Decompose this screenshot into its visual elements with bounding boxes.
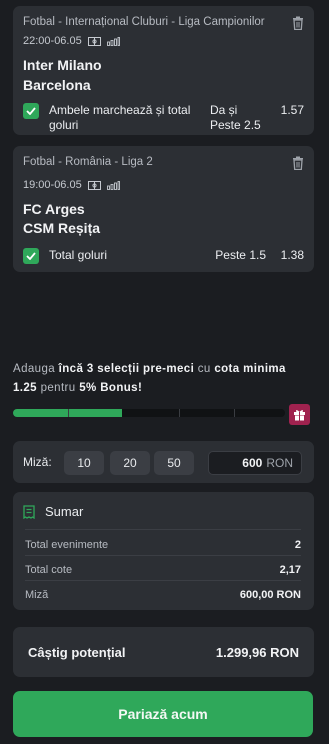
field-icon[interactable] <box>87 180 101 190</box>
progress-divider <box>68 409 69 417</box>
stake-input[interactable]: 600 RON <box>208 451 302 475</box>
promo-text: Adauga <box>13 363 59 375</box>
summary-row: Miză 600,00 RON <box>25 589 301 601</box>
event-meta: 19:00-06.05 <box>23 179 120 191</box>
summary-row-value: 2 <box>294 539 301 551</box>
quick-stake-20-button[interactable]: 20 <box>110 451 150 475</box>
home-team: Inter Milano <box>23 57 102 73</box>
progress-divider <box>234 409 235 417</box>
bet-selection-row: Total goluri Peste 1.5 1.38 <box>23 248 304 264</box>
market-name: Total goluri <box>49 248 108 262</box>
divider <box>25 529 301 530</box>
summary-header: Sumar <box>23 504 83 519</box>
quick-stake-10-button[interactable]: 10 <box>64 451 104 475</box>
bonus-promo-text: Adauga încă 3 selecții pre-meci cu cota … <box>13 360 305 398</box>
event-datetime: 19:00-06.05 <box>23 179 82 191</box>
event-meta: 22:00-06.05 <box>23 35 120 47</box>
potential-winnings-value: 1.299,96 RON <box>215 645 299 660</box>
stake-panel: Miză: 10 20 50 600 RON <box>13 441 314 483</box>
promo-text: cu <box>194 363 215 375</box>
checkbox-checked-icon[interactable] <box>23 103 39 119</box>
summary-row-value: 2,17 <box>279 564 301 576</box>
place-bet-button[interactable]: Pariază acum <box>13 691 313 737</box>
bet-selection-row: Ambele marchează și total goluri Da și P… <box>23 103 304 133</box>
trash-icon[interactable] <box>292 156 304 170</box>
summary-row-label: Miză <box>25 589 49 601</box>
field-icon[interactable] <box>87 36 101 46</box>
stake-currency: RON <box>266 456 293 470</box>
gift-icon[interactable] <box>289 404 310 425</box>
stats-icon[interactable] <box>106 36 120 46</box>
progress-track <box>13 409 285 417</box>
bet-card: Fotbal - Internațional Cluburi - Liga Ca… <box>13 6 314 135</box>
promo-highlight: 5% Bonus! <box>79 382 143 394</box>
summary-panel: Sumar Total evenimente 2 Total cote 2,17… <box>13 492 314 610</box>
trash-icon[interactable] <box>292 16 304 30</box>
divider <box>25 580 301 581</box>
league-name: Fotbal - România - Liga 2 <box>23 156 153 168</box>
away-team: Barcelona <box>23 77 91 93</box>
divider <box>25 555 301 556</box>
league-name: Fotbal - Internațional Cluburi - Liga Ca… <box>23 16 265 28</box>
summary-row-label: Total cote <box>25 564 73 576</box>
stake-label: Miză: <box>23 455 52 469</box>
promo-highlight: încă 3 selecții pre-meci <box>58 363 195 375</box>
progress-divider <box>179 409 180 417</box>
stake-value: 600 <box>242 456 263 470</box>
summary-row: Total evenimente 2 <box>25 539 301 551</box>
odd-value: 1.38 <box>280 248 304 262</box>
odd-value: 1.57 <box>280 103 304 117</box>
summary-row-label: Total evenimente <box>25 539 109 551</box>
stats-icon[interactable] <box>106 180 120 190</box>
promo-text: pentru <box>36 382 80 394</box>
selection-name: Da și Peste 2.5 <box>210 103 261 132</box>
bonus-progress-bar <box>13 409 285 417</box>
market-name: Ambele marchează și total goluri <box>49 103 191 132</box>
bet-card: Fotbal - România - Liga 2 19:00-06.05 FC… <box>13 146 314 272</box>
summary-row: Total cote 2,17 <box>25 564 301 576</box>
potential-winnings-panel: Câștig potențial 1.299,96 RON <box>13 627 314 677</box>
potential-winnings-label: Câștig potențial <box>28 645 126 660</box>
home-team: FC Arges <box>23 201 85 217</box>
summary-title: Sumar <box>45 504 84 519</box>
selection-name: Peste 1.5 <box>215 248 266 262</box>
away-team: CSM Reșița <box>23 220 101 236</box>
quick-stake-50-button[interactable]: 50 <box>154 451 194 475</box>
event-datetime: 22:00-06.05 <box>23 35 82 47</box>
summary-row-value: 600,00 RON <box>239 589 301 601</box>
checkbox-checked-icon[interactable] <box>23 248 39 264</box>
receipt-icon <box>23 504 35 519</box>
